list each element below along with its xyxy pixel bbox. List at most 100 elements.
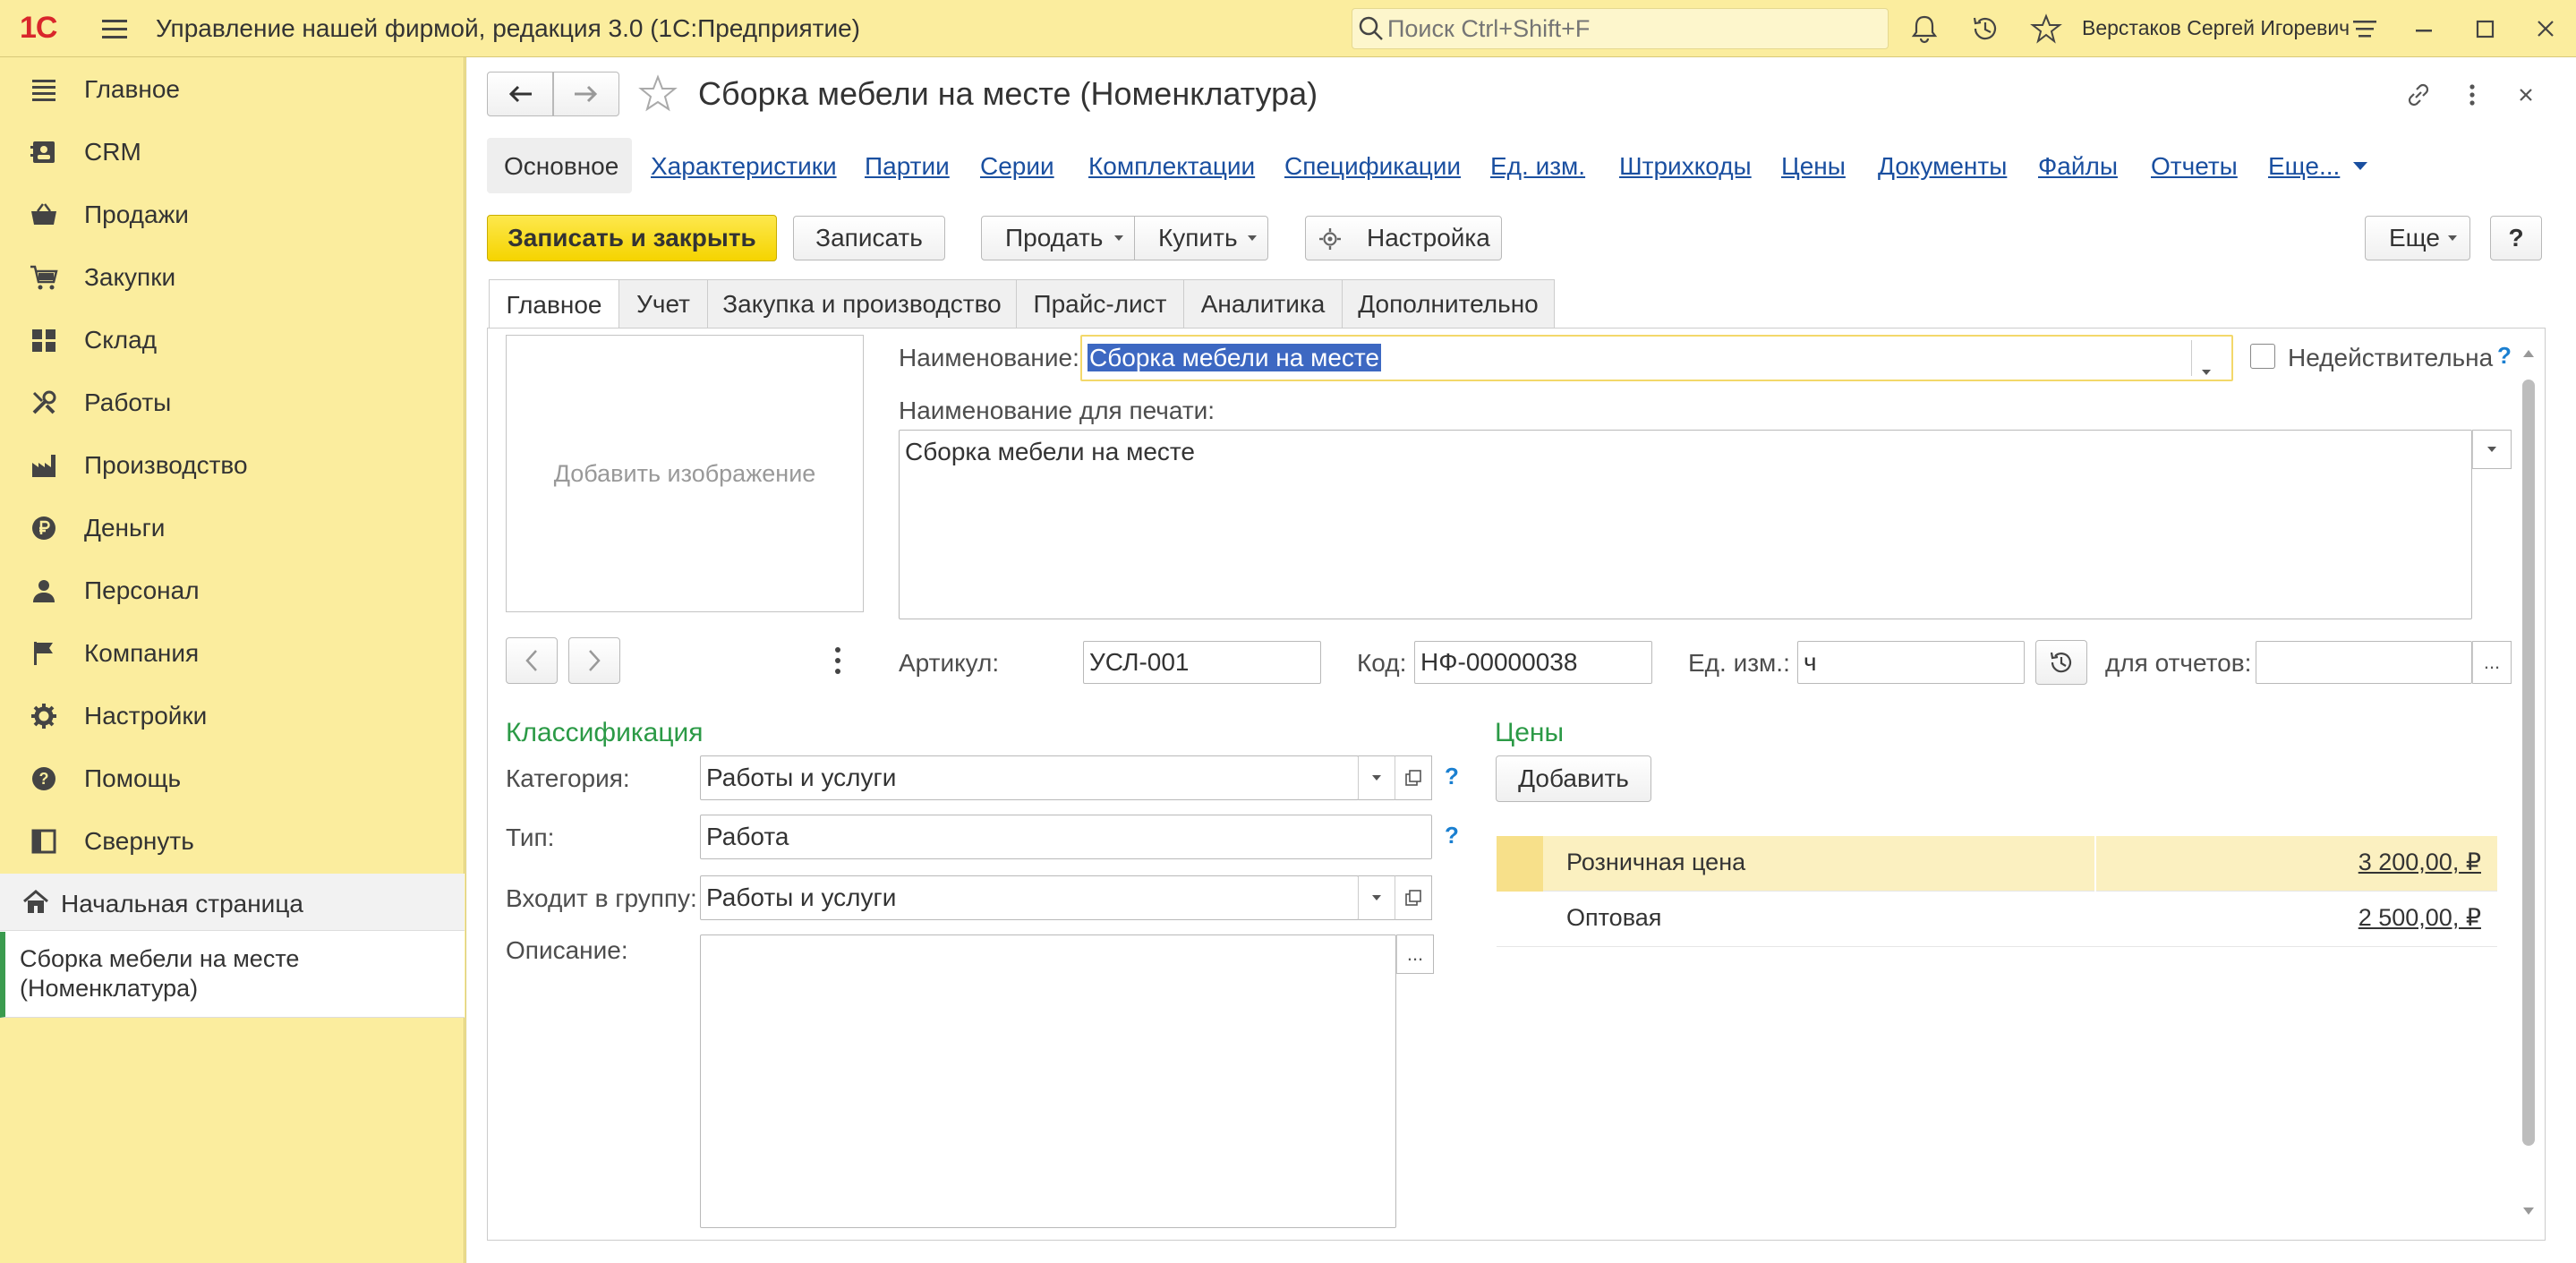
- image-menu-icon[interactable]: [829, 644, 847, 677]
- star-icon[interactable]: [2030, 13, 2062, 45]
- description-input[interactable]: [700, 934, 1396, 1228]
- sidebar-item-company[interactable]: Компания: [0, 622, 465, 685]
- scroll-down-icon[interactable]: [2522, 1207, 2535, 1216]
- sidebar-item-label: Производство: [84, 451, 248, 479]
- nav-link-units[interactable]: Ед. изм.: [1490, 152, 1585, 181]
- form-close-icon[interactable]: [2510, 79, 2542, 111]
- name-dropdown-icon[interactable]: [2202, 353, 2211, 381]
- link-icon[interactable]: [2402, 79, 2435, 111]
- sidebar-item-crm[interactable]: CRM: [0, 121, 465, 183]
- nav-link-batches[interactable]: Партии: [865, 152, 950, 181]
- price-value[interactable]: 2 500,00, ₽: [2302, 904, 2481, 932]
- inactive-help-icon[interactable]: ?: [2497, 342, 2512, 370]
- print-name-dropdown[interactable]: [2472, 430, 2512, 469]
- sidebar-item-money[interactable]: Деньги: [0, 497, 465, 559]
- reports-unit-input[interactable]: [2256, 641, 2472, 684]
- settings-label: Настройка: [1367, 224, 1490, 252]
- print-name-input[interactable]: Сборка мебели на месте: [899, 430, 2472, 619]
- image-prev-button[interactable]: [506, 637, 558, 684]
- maximize-icon[interactable]: [2469, 13, 2501, 45]
- group-input[interactable]: Работы и услуги: [700, 875, 1359, 920]
- tab-accounting[interactable]: Учет: [618, 279, 708, 328]
- nav-link-prices[interactable]: Цены: [1781, 152, 1846, 181]
- description-edit-button[interactable]: ...: [1396, 934, 1434, 974]
- nav-link-kits[interactable]: Комплектации: [1088, 152, 1255, 181]
- back-button[interactable]: [487, 72, 553, 116]
- more-vertical-icon[interactable]: [2463, 79, 2481, 111]
- open-window-icon: [1405, 770, 1421, 786]
- group-dropdown[interactable]: [1358, 875, 1395, 920]
- name-input-value: Сборка мебели на месте: [1088, 344, 1381, 371]
- add-image-area[interactable]: Добавить изображение: [506, 335, 864, 612]
- unit-input[interactable]: ч: [1797, 641, 2025, 684]
- main-menu-icon[interactable]: [98, 13, 131, 45]
- sidebar-item-staff[interactable]: Персонал: [0, 559, 465, 622]
- scrollbar-thumb[interactable]: [2522, 380, 2535, 1146]
- sidebar-item-works[interactable]: Работы: [0, 371, 465, 434]
- open-window-label[interactable]: Сборка мебели на месте (Номенклатура): [20, 944, 449, 1003]
- article-input[interactable]: УСЛ-001: [1083, 641, 1321, 684]
- group-open-button[interactable]: [1395, 875, 1432, 920]
- chevron-left-icon: [525, 650, 537, 671]
- category-dropdown[interactable]: [1358, 755, 1395, 800]
- tab-analytics[interactable]: Аналитика: [1183, 279, 1343, 328]
- nav-more-dropdown-icon[interactable]: [2351, 161, 2369, 172]
- history-icon[interactable]: [1969, 13, 2001, 45]
- help-button[interactable]: ?: [2490, 216, 2542, 260]
- category-input[interactable]: Работы и услуги: [700, 755, 1359, 800]
- reports-unit-select-button[interactable]: ...: [2472, 641, 2512, 684]
- category-open-button[interactable]: [1395, 755, 1432, 800]
- buy-button[interactable]: Купить: [1134, 216, 1268, 260]
- category-help-icon[interactable]: ?: [1445, 763, 1459, 790]
- forward-button[interactable]: [553, 72, 619, 116]
- close-icon[interactable]: [2529, 13, 2562, 45]
- sidebar-item-main[interactable]: Главное: [0, 58, 465, 121]
- nav-link-series[interactable]: Серии: [980, 152, 1054, 181]
- sidebar-item-help[interactable]: ? Помощь: [0, 747, 465, 810]
- category-label: Категория:: [506, 764, 630, 792]
- price-value[interactable]: 3 200,00, ₽: [2302, 849, 2481, 876]
- tab-purchase-production[interactable]: Закупка и производство: [707, 279, 1017, 328]
- settings-menu-icon[interactable]: [2349, 13, 2381, 45]
- nav-link-characteristics[interactable]: Характеристики: [651, 152, 837, 181]
- help-icon: ?: [29, 764, 59, 794]
- type-help-icon[interactable]: ?: [1445, 822, 1459, 849]
- save-button[interactable]: Записать: [793, 216, 945, 260]
- sidebar-item-production[interactable]: Производство: [0, 434, 465, 497]
- tab-main[interactable]: Главное: [489, 279, 619, 329]
- nav-link-more[interactable]: Еще...: [2268, 152, 2340, 181]
- nav-link-main[interactable]: Основное: [504, 152, 618, 181]
- code-input[interactable]: НФ-00000038: [1414, 641, 1652, 684]
- favorite-star-icon[interactable]: [637, 73, 678, 115]
- bell-icon[interactable]: [1908, 13, 1941, 45]
- search-icon[interactable]: [1357, 14, 1386, 43]
- inactive-label[interactable]: Недействительна: [2288, 344, 2493, 372]
- sidebar-item-sales[interactable]: Продажи: [0, 183, 465, 246]
- nav-link-files[interactable]: Файлы: [2038, 152, 2118, 181]
- tab-price-list[interactable]: Прайс-лист: [1016, 279, 1184, 328]
- description-label: Описание:: [506, 936, 628, 964]
- sell-button[interactable]: Продать: [981, 216, 1135, 260]
- sidebar-item-collapse[interactable]: Свернуть: [0, 810, 465, 873]
- inactive-checkbox[interactable]: [2250, 344, 2275, 369]
- more-actions-button[interactable]: Еще: [2365, 216, 2470, 260]
- nav-link-documents[interactable]: Документы: [1878, 152, 2007, 181]
- save-and-close-button[interactable]: Записать и закрыть: [487, 215, 777, 261]
- type-input[interactable]: Работа: [700, 815, 1432, 859]
- minimize-icon[interactable]: [2408, 13, 2440, 45]
- user-name[interactable]: Верстаков Сергей Игоревич: [2082, 16, 2350, 40]
- nav-link-reports[interactable]: Отчеты: [2151, 152, 2238, 181]
- name-input[interactable]: Сборка мебели на месте: [1080, 335, 2233, 381]
- search-input[interactable]: [1387, 9, 1880, 48]
- image-next-button[interactable]: [568, 637, 620, 684]
- nav-link-barcodes[interactable]: Штрихкоды: [1619, 152, 1752, 181]
- sidebar-item-purchases[interactable]: Закупки: [0, 246, 465, 309]
- sidebar-item-warehouse[interactable]: Склад: [0, 309, 465, 371]
- tab-additional[interactable]: Дополнительно: [1342, 279, 1555, 328]
- add-price-button[interactable]: Добавить: [1496, 755, 1651, 802]
- settings-button[interactable]: Настройка: [1305, 216, 1502, 260]
- home-page-label[interactable]: Начальная страница: [61, 890, 303, 918]
- nav-link-specifications[interactable]: Спецификации: [1284, 152, 1461, 181]
- sidebar-item-settings[interactable]: Настройки: [0, 685, 465, 747]
- unit-history-button[interactable]: [2035, 640, 2087, 685]
